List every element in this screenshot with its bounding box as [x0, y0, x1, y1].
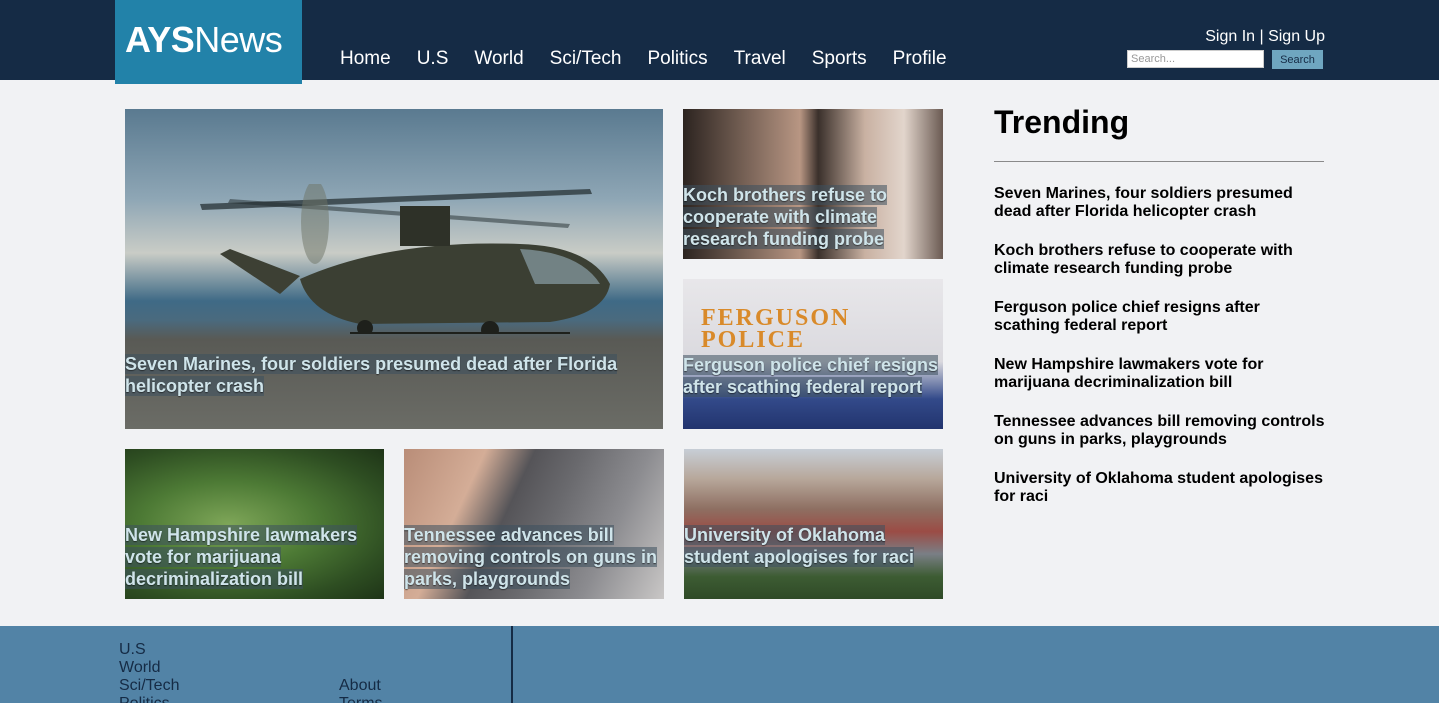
helicopter-illustration [200, 184, 610, 334]
trending-divider [994, 161, 1324, 162]
story-tile-helicopter[interactable]: Seven Marines, four soldiers presumed de… [125, 109, 663, 429]
site-logo[interactable]: AYSNews [115, 0, 302, 84]
footer-info: About Terms [339, 677, 383, 703]
search-button[interactable]: Search [1272, 50, 1323, 69]
story-headline-text[interactable]: Seven Marines, four soldiers presumed de… [125, 354, 618, 396]
story-tile-ferguson[interactable]: FERGUSON POLICE Ferguson police chief re… [683, 279, 943, 429]
search-input[interactable] [1127, 50, 1264, 68]
story-headline[interactable]: Koch brothers refuse to cooperate with c… [683, 184, 943, 250]
trending-list: Seven Marines, four soldiers presumed de… [994, 185, 1329, 527]
trending-item[interactable]: Seven Marines, four soldiers presumed de… [994, 185, 1329, 242]
footer-link-terms[interactable]: Terms [339, 695, 383, 703]
sign-in-link[interactable]: Sign In [1205, 28, 1255, 45]
trending-item[interactable]: Ferguson police chief resigns after scat… [994, 299, 1329, 356]
nav-scitech[interactable]: Sci/Tech [550, 48, 622, 70]
story-tile-new-hampshire[interactable]: New Hampshire lawmakers vote for marijua… [125, 449, 384, 599]
story-headline-text[interactable]: Koch brothers refuse to cooperate with c… [683, 185, 888, 249]
story-headline-text[interactable]: New Hampshire lawmakers vote for marijua… [125, 525, 358, 589]
sign-up-link[interactable]: Sign Up [1268, 28, 1325, 45]
story-headline-text[interactable]: Ferguson police chief resigns after scat… [683, 355, 939, 397]
footer-divider [511, 626, 513, 703]
trending-title: Trending [994, 104, 1130, 140]
footer-link-politics[interactable]: Politics [119, 695, 179, 703]
story-headline[interactable]: Ferguson police chief resigns after scat… [683, 354, 943, 398]
story-headline-text[interactable]: University of Oklahoma student apologise… [684, 525, 915, 567]
story-tile-oklahoma[interactable]: University of Oklahoma student apologise… [684, 449, 943, 599]
nav-politics[interactable]: Politics [647, 48, 707, 70]
nav-world[interactable]: World [474, 48, 523, 70]
site-footer: U.S World Sci/Tech Politics About Terms [0, 626, 1439, 703]
trending-item[interactable]: University of Oklahoma student apologise… [994, 470, 1329, 527]
footer-link-world[interactable]: World [119, 659, 179, 677]
footer-link-scitech[interactable]: Sci/Tech [119, 677, 179, 695]
story-tile-koch[interactable]: Koch brothers refuse to cooperate with c… [683, 109, 943, 259]
nav-travel[interactable]: Travel [734, 48, 786, 70]
nav-sports[interactable]: Sports [812, 48, 867, 70]
story-headline-text[interactable]: Tennessee advances bill removing control… [404, 525, 658, 589]
trending-item[interactable]: Tennessee advances bill removing control… [994, 413, 1329, 470]
image-sign-text: FERGUSON POLICE [701, 305, 851, 353]
trending-item[interactable]: New Hampshire lawmakers vote for marijua… [994, 356, 1329, 413]
story-headline[interactable]: Tennessee advances bill removing control… [404, 524, 664, 590]
auth-links: Sign In | Sign Up [1205, 28, 1325, 46]
story-headline[interactable]: Seven Marines, four soldiers presumed de… [125, 353, 663, 397]
footer-sections: U.S World Sci/Tech Politics [119, 641, 179, 703]
story-tile-tennessee[interactable]: Tennessee advances bill removing control… [404, 449, 664, 599]
logo-rest: News [194, 19, 283, 60]
nav-us[interactable]: U.S [417, 48, 449, 70]
story-headline[interactable]: New Hampshire lawmakers vote for marijua… [125, 524, 384, 590]
trending-item[interactable]: Koch brothers refuse to cooperate with c… [994, 242, 1329, 299]
auth-separator: | [1255, 28, 1269, 45]
nav-home[interactable]: Home [340, 48, 391, 70]
main-nav: Home U.S World Sci/Tech Politics Travel … [340, 48, 973, 70]
site-header: AYSNews Home U.S World Sci/Tech Politics… [0, 0, 1439, 84]
nav-profile[interactable]: Profile [893, 48, 947, 70]
footer-link-about[interactable]: About [339, 677, 383, 695]
story-headline[interactable]: University of Oklahoma student apologise… [684, 524, 943, 568]
logo-strong: AYS [125, 19, 195, 60]
footer-link-us[interactable]: U.S [119, 641, 179, 659]
